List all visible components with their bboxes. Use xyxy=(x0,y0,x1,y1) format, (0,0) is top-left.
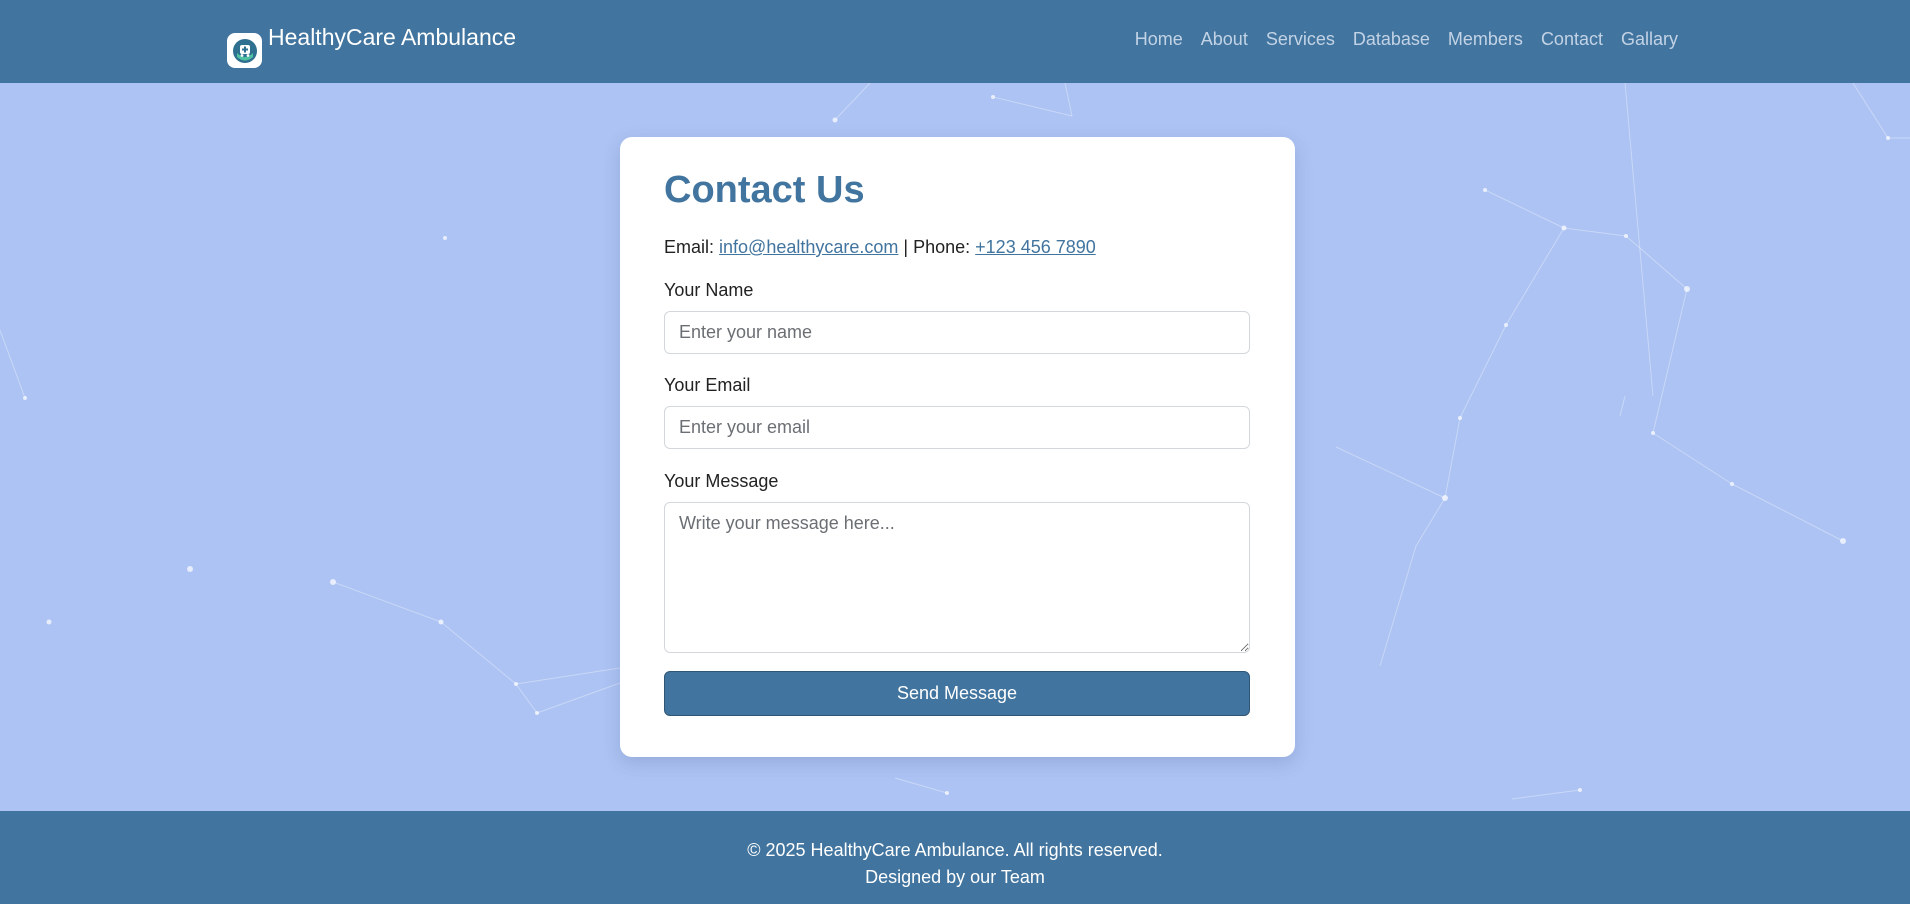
name-input[interactable] xyxy=(664,311,1250,354)
footer: © 2025 HealthyCare Ambulance. All rights… xyxy=(0,811,1910,904)
nav-link-about[interactable]: About xyxy=(1201,26,1248,52)
navbar: HealthyCare Ambulance Home About Service… xyxy=(0,0,1910,83)
nav-link-contact[interactable]: Contact xyxy=(1541,26,1603,52)
email-label: Your Email xyxy=(664,375,751,395)
contact-form: Your Name Your Email Your Message Send M… xyxy=(664,278,1251,716)
contact-info: Email: info@healthycare.com | Phone: +12… xyxy=(664,235,1251,259)
brand-link[interactable]: HealthyCare Ambulance xyxy=(227,22,516,68)
email-link[interactable]: info@healthycare.com xyxy=(719,237,898,257)
nav-link-members[interactable]: Members xyxy=(1448,26,1523,52)
phone-link[interactable]: +123 456 7890 xyxy=(975,237,1096,257)
ambulance-logo-icon xyxy=(227,33,262,68)
page-title: Contact Us xyxy=(664,169,865,211)
message-label: Your Message xyxy=(664,471,779,491)
phone-prefix: | Phone: xyxy=(903,237,971,257)
name-label: Your Name xyxy=(664,280,754,300)
footer-credit: Designed by our Team xyxy=(865,867,1045,887)
email-prefix: Email: xyxy=(664,237,715,257)
brand-name: HealthyCare Ambulance xyxy=(268,24,517,50)
contact-card: Contact Us Email: info@healthycare.com |… xyxy=(620,137,1295,757)
footer-copyright: © 2025 HealthyCare Ambulance. All rights… xyxy=(747,840,1163,860)
nav-links: Home About Services Database Members Con… xyxy=(1135,26,1678,52)
nav-link-database[interactable]: Database xyxy=(1353,26,1430,52)
email-input[interactable] xyxy=(664,406,1250,449)
nav-link-home[interactable]: Home xyxy=(1135,26,1183,52)
nav-link-gallary[interactable]: Gallary xyxy=(1621,26,1678,52)
message-textarea[interactable] xyxy=(664,502,1250,653)
send-message-button[interactable]: Send Message xyxy=(664,671,1250,716)
nav-link-services[interactable]: Services xyxy=(1266,26,1335,52)
